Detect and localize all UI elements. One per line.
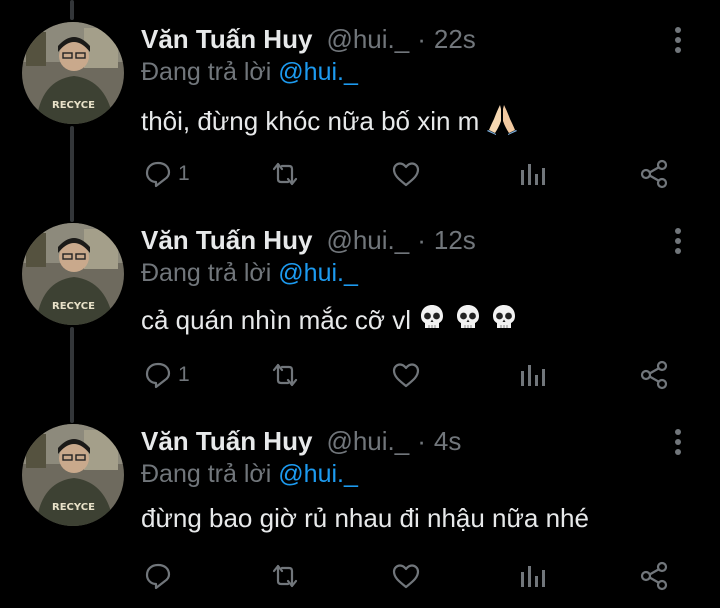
tweet-timestamp[interactable]: 22s bbox=[434, 24, 476, 55]
share-icon bbox=[640, 561, 668, 591]
share-icon bbox=[640, 360, 668, 390]
like-icon bbox=[392, 162, 420, 187]
tweet-text: đừng bao giờ rủ nhau đi nhậu nữa nhé bbox=[141, 503, 589, 534]
tweet-actions bbox=[0, 558, 720, 594]
share-button[interactable] bbox=[639, 357, 669, 393]
tweet-text: cả quán nhìn mắc cỡ vl bbox=[141, 302, 519, 339]
share-button[interactable] bbox=[639, 156, 669, 192]
share-button[interactable] bbox=[639, 558, 669, 594]
tweet-header: Văn Tuấn Huy @hui._ · 22s bbox=[141, 24, 476, 58]
tweet-text-body: thôi, đừng khóc nữa bố xin m bbox=[141, 106, 480, 136]
like-button[interactable] bbox=[391, 357, 421, 393]
separator-dot: · bbox=[417, 225, 426, 255]
retweet-icon bbox=[272, 162, 298, 186]
replying-label: Đang trả lời bbox=[141, 259, 272, 287]
avatar-image: RECYCE bbox=[22, 223, 124, 325]
replying-label: Đang trả lời bbox=[141, 460, 272, 488]
tweet-timestamp[interactable]: 4s bbox=[434, 426, 461, 457]
retweet-button[interactable] bbox=[270, 156, 300, 192]
views-button[interactable] bbox=[518, 156, 546, 192]
retweet-button[interactable] bbox=[270, 558, 300, 594]
author-name[interactable]: Văn Tuấn Huy bbox=[141, 24, 312, 55]
retweet-button[interactable] bbox=[270, 357, 300, 393]
avatar-image: RECYCE bbox=[22, 22, 124, 124]
more-options-button[interactable] bbox=[668, 26, 688, 54]
tweet-text-body: cả quán nhìn mắc cỡ vl bbox=[141, 305, 411, 335]
author-name[interactable]: Văn Tuấn Huy bbox=[141, 426, 312, 457]
svg-text:RECYCE: RECYCE bbox=[52, 502, 95, 513]
author-handle[interactable]: @hui._ bbox=[326, 426, 409, 457]
author-handle[interactable]: @hui._ bbox=[326, 24, 409, 55]
more-vertical-icon bbox=[675, 27, 681, 53]
avatar[interactable]: RECYCE bbox=[22, 223, 124, 325]
replying-to: Đang trả lời @hui._ bbox=[141, 58, 358, 87]
tweet-header: Văn Tuấn Huy @hui._ · 12s bbox=[141, 225, 476, 259]
folded-hands-icon bbox=[485, 101, 519, 142]
replying-label: Đang trả lời bbox=[141, 58, 272, 86]
tweet-text-body: đừng bao giờ rủ nhau đi nhậu nữa nhé bbox=[141, 503, 589, 533]
tweet-actions: 1 bbox=[0, 156, 720, 192]
tweet-header: Văn Tuấn Huy @hui._ · 4s bbox=[141, 426, 461, 460]
tweet-text: thôi, đừng khóc nữa bố xin m bbox=[141, 101, 519, 142]
more-options-button[interactable] bbox=[668, 227, 688, 255]
svg-text:RECYCE: RECYCE bbox=[52, 100, 95, 111]
reply-button[interactable]: 1 bbox=[144, 357, 190, 393]
like-button[interactable] bbox=[391, 156, 421, 192]
tweet[interactable]: RECYCE Văn Tuấn Huy @hui._ · 22s Đang tr… bbox=[0, 0, 720, 200]
reply-icon bbox=[145, 563, 171, 590]
author-name[interactable]: Văn Tuấn Huy bbox=[141, 225, 312, 256]
retweet-icon bbox=[272, 363, 298, 387]
avatar[interactable]: RECYCE bbox=[22, 22, 124, 124]
views-button[interactable] bbox=[518, 558, 546, 594]
skull-icon bbox=[453, 302, 483, 339]
tweet-actions: 1 bbox=[0, 357, 720, 393]
separator-dot: · bbox=[417, 24, 426, 54]
svg-text:RECYCE: RECYCE bbox=[52, 301, 95, 312]
author-handle[interactable]: @hui._ bbox=[326, 225, 409, 256]
reply-count: 1 bbox=[178, 363, 190, 386]
tweet[interactable]: RECYCE Văn Tuấn Huy @hui._ · 4s Đang trả… bbox=[0, 402, 720, 602]
separator-dot: · bbox=[417, 426, 426, 456]
like-icon bbox=[392, 564, 420, 589]
reply-icon bbox=[145, 362, 171, 389]
replying-to: Đang trả lời @hui._ bbox=[141, 259, 358, 288]
reply-button[interactable] bbox=[144, 558, 178, 594]
tweet-timestamp[interactable]: 12s bbox=[434, 225, 476, 256]
avatar-image: RECYCE bbox=[22, 424, 124, 526]
reply-icon bbox=[145, 161, 171, 188]
skull-icon bbox=[417, 302, 447, 339]
replying-mention[interactable]: @hui._ bbox=[278, 259, 358, 287]
more-options-button[interactable] bbox=[668, 428, 688, 456]
retweet-icon bbox=[272, 564, 298, 588]
more-vertical-icon bbox=[675, 429, 681, 455]
more-vertical-icon bbox=[675, 228, 681, 254]
views-icon bbox=[521, 365, 545, 386]
replying-mention[interactable]: @hui._ bbox=[278, 58, 358, 86]
reply-count: 1 bbox=[178, 162, 190, 185]
tweet[interactable]: RECYCE Văn Tuấn Huy @hui._ · 12s Đang tr… bbox=[0, 201, 720, 401]
replying-mention[interactable]: @hui._ bbox=[278, 460, 358, 488]
views-icon bbox=[521, 164, 545, 185]
reply-button[interactable]: 1 bbox=[144, 156, 190, 192]
views-button[interactable] bbox=[518, 357, 546, 393]
views-icon bbox=[521, 566, 545, 587]
replying-to: Đang trả lời @hui._ bbox=[141, 460, 358, 489]
like-icon bbox=[392, 363, 420, 388]
share-icon bbox=[640, 159, 668, 189]
avatar[interactable]: RECYCE bbox=[22, 424, 124, 526]
skull-icon bbox=[489, 302, 519, 339]
like-button[interactable] bbox=[391, 558, 421, 594]
